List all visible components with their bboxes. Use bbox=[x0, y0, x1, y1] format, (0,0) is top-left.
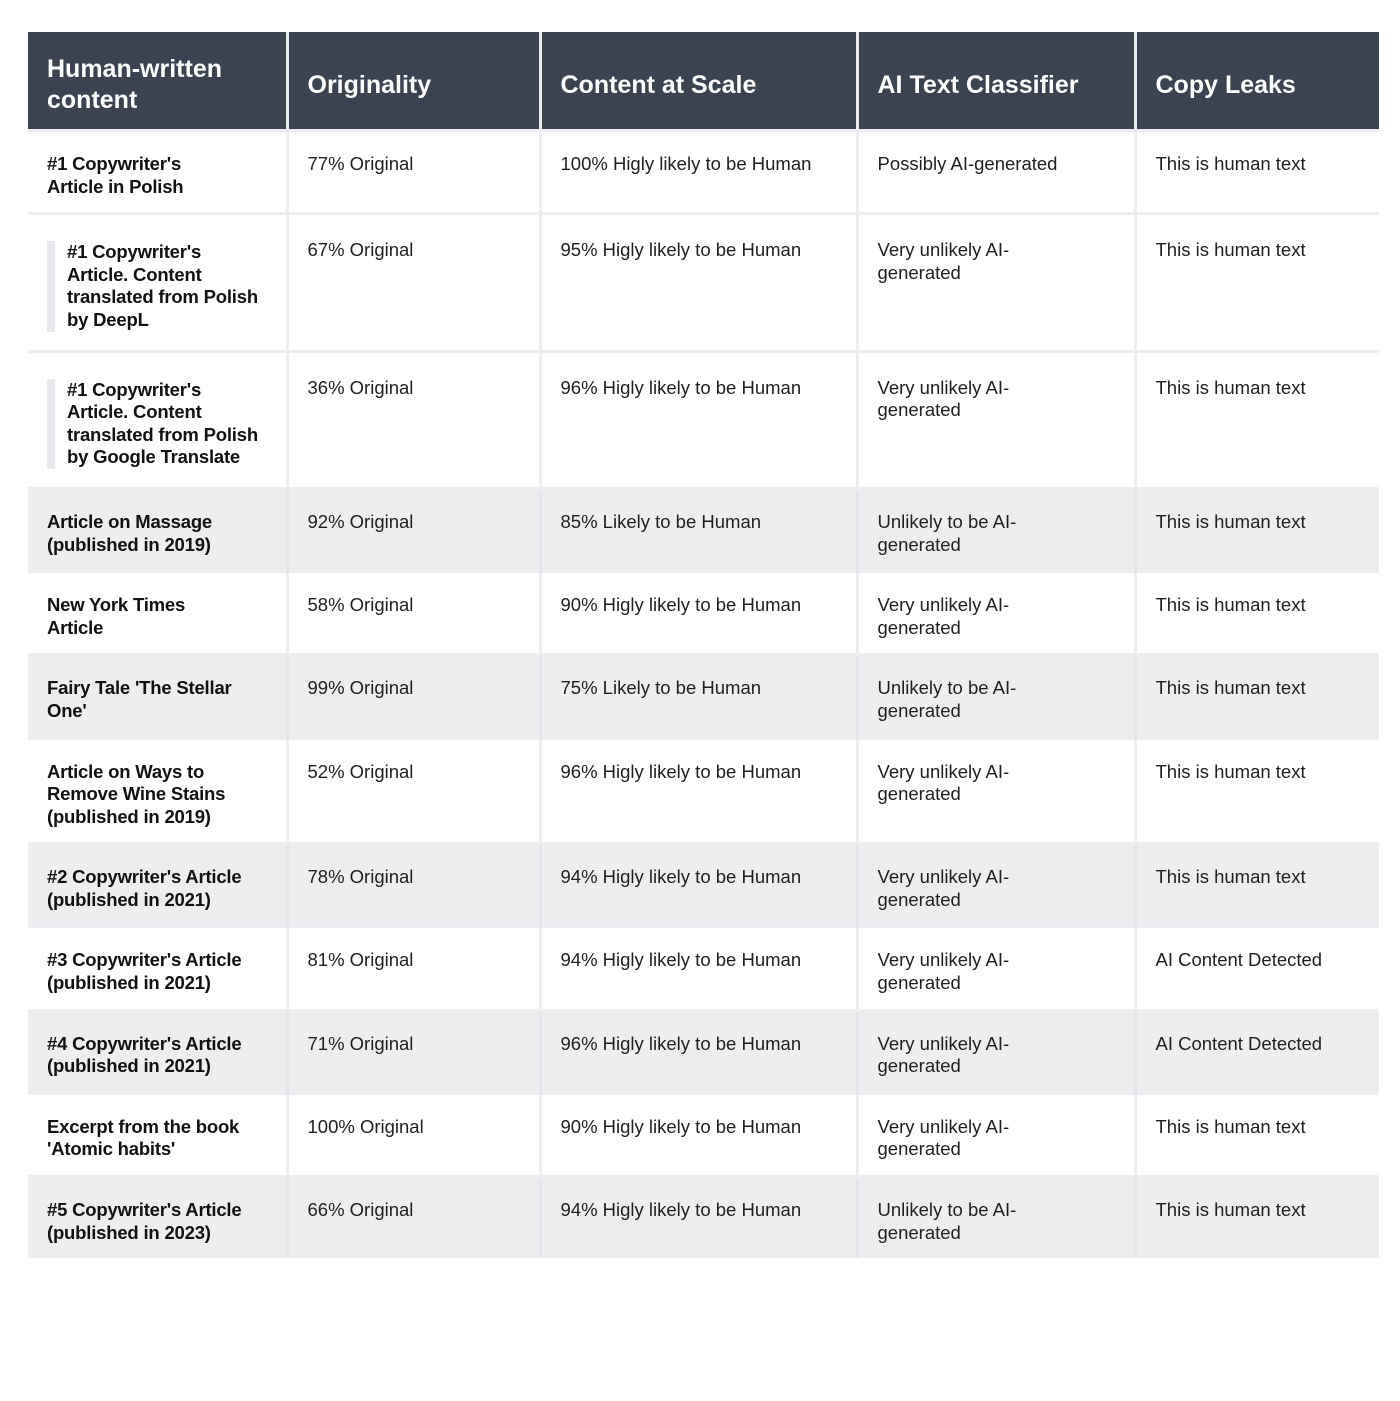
cell-copy-leaks: This is human text bbox=[1133, 1175, 1379, 1259]
cell-copy-leaks: This is human text bbox=[1133, 349, 1379, 489]
table-row: #1 Copywriter's Article. Content transla… bbox=[28, 212, 1379, 352]
table-row: #4 Copywriter's Article (published in 20… bbox=[28, 1008, 1379, 1094]
cell-originality: 92% Original bbox=[285, 486, 540, 572]
table-header-row: Human-written content Originality Conten… bbox=[28, 32, 1379, 131]
cell-originality: 100% Original bbox=[285, 1091, 540, 1177]
cell-content: Excerpt from the book 'Atomic habits' bbox=[28, 1091, 287, 1177]
cell-ai-text-classifier: Very unlikely AI-generated bbox=[855, 349, 1135, 489]
cell-originality: 66% Original bbox=[285, 1175, 540, 1259]
cell-copy-leaks: AI Content Detected bbox=[1133, 925, 1379, 1011]
cell-content-at-scale: 75% Likely to be Human bbox=[538, 653, 857, 738]
header-copy-leaks: Copy Leaks bbox=[1133, 32, 1379, 131]
table-row: Excerpt from the book 'Atomic habits' 10… bbox=[28, 1091, 1379, 1177]
table-row: Article on Ways to Remove Wine Stains (p… bbox=[28, 736, 1379, 844]
cell-originality: 81% Original bbox=[285, 925, 540, 1011]
cell-content-at-scale: 94% Higly likely to be Human bbox=[538, 1175, 857, 1259]
cell-originality: 52% Original bbox=[285, 736, 540, 844]
cell-ai-text-classifier: Possibly AI-generated bbox=[855, 128, 1135, 214]
cell-content-at-scale: 96% Higly likely to be Human bbox=[538, 349, 857, 489]
cell-originality: 67% Original bbox=[285, 212, 540, 352]
cell-content-quote: #1 Copywriter's Article. Content transla… bbox=[47, 378, 268, 469]
cell-content-at-scale: 85% Likely to be Human bbox=[538, 486, 857, 572]
cell-content-at-scale: 100% Higly likely to be Human bbox=[538, 128, 857, 214]
cell-content: Article on Massage (published in 2019) bbox=[28, 486, 287, 572]
header-ai-text-classifier: AI Text Classifier bbox=[855, 32, 1135, 131]
table-row: Fairy Tale 'The Stellar One' 99% Origina… bbox=[28, 653, 1379, 738]
cell-content: #1 Copywriter's Article. Content transla… bbox=[28, 212, 287, 352]
cell-ai-text-classifier: Very unlikely AI-generated bbox=[855, 925, 1135, 1011]
cell-ai-text-classifier: Very unlikely AI-generated bbox=[855, 736, 1135, 844]
table-row: #2 Copywriter's Article (published in 20… bbox=[28, 842, 1379, 927]
ai-detector-comparison-table: Human-written content Originality Conten… bbox=[28, 32, 1379, 1259]
cell-content: Article on Ways to Remove Wine Stains (p… bbox=[28, 736, 287, 844]
cell-content-quote: #1 Copywriter's Article. Content transla… bbox=[47, 241, 268, 332]
table-row: #5 Copywriter's Article (published in 20… bbox=[28, 1175, 1379, 1259]
cell-ai-text-classifier: Unlikely to be AI-generated bbox=[855, 1175, 1135, 1259]
cell-ai-text-classifier: Very unlikely AI-generated bbox=[855, 1091, 1135, 1177]
cell-copy-leaks: This is human text bbox=[1133, 653, 1379, 738]
cell-copy-leaks: This is human text bbox=[1133, 486, 1379, 572]
cell-copy-leaks: AI Content Detected bbox=[1133, 1008, 1379, 1094]
cell-content: #1 Copywriter's Article in Polish bbox=[28, 128, 287, 214]
cell-content-at-scale: 95% Higly likely to be Human bbox=[538, 212, 857, 352]
cell-originality: 71% Original bbox=[285, 1008, 540, 1094]
cell-ai-text-classifier: Very unlikely AI-generated bbox=[855, 1008, 1135, 1094]
cell-content-at-scale: 96% Higly likely to be Human bbox=[538, 1008, 857, 1094]
cell-copy-leaks: This is human text bbox=[1133, 570, 1379, 655]
cell-copy-leaks: This is human text bbox=[1133, 212, 1379, 352]
cell-ai-text-classifier: Unlikely to be AI-generated bbox=[855, 653, 1135, 738]
cell-content: #3 Copywriter's Article (published in 20… bbox=[28, 925, 287, 1011]
cell-originality: 36% Original bbox=[285, 349, 540, 489]
cell-content-at-scale: 90% Higly likely to be Human bbox=[538, 570, 857, 655]
cell-content: New York Times Article bbox=[28, 570, 287, 655]
table-row: #1 Copywriter's Article. Content transla… bbox=[28, 349, 1379, 489]
cell-originality: 77% Original bbox=[285, 128, 540, 214]
header-content-at-scale: Content at Scale bbox=[538, 32, 857, 131]
comparison-table-container: Human-written content Originality Conten… bbox=[28, 32, 1379, 1259]
cell-copy-leaks: This is human text bbox=[1133, 736, 1379, 844]
cell-ai-text-classifier: Very unlikely AI-generated bbox=[855, 570, 1135, 655]
table-row: #3 Copywriter's Article (published in 20… bbox=[28, 925, 1379, 1011]
cell-copy-leaks: This is human text bbox=[1133, 842, 1379, 927]
cell-content: #5 Copywriter's Article (published in 20… bbox=[28, 1175, 287, 1259]
cell-ai-text-classifier: Very unlikely AI-generated bbox=[855, 842, 1135, 927]
table-row: #1 Copywriter's Article in Polish 77% Or… bbox=[28, 128, 1379, 214]
cell-copy-leaks: This is human text bbox=[1133, 128, 1379, 214]
cell-ai-text-classifier: Unlikely to be AI-generated bbox=[855, 486, 1135, 572]
cell-copy-leaks: This is human text bbox=[1133, 1091, 1379, 1177]
cell-originality: 78% Original bbox=[285, 842, 540, 927]
cell-content-at-scale: 94% Higly likely to be Human bbox=[538, 925, 857, 1011]
header-human-written-content: Human-written content bbox=[28, 32, 287, 131]
cell-content-at-scale: 96% Higly likely to be Human bbox=[538, 736, 857, 844]
cell-ai-text-classifier: Very unlikely AI-generated bbox=[855, 212, 1135, 352]
cell-originality: 99% Original bbox=[285, 653, 540, 738]
cell-content-at-scale: 94% Higly likely to be Human bbox=[538, 842, 857, 927]
cell-content-at-scale: 90% Higly likely to be Human bbox=[538, 1091, 857, 1177]
cell-originality: 58% Original bbox=[285, 570, 540, 655]
header-originality: Originality bbox=[285, 32, 540, 131]
cell-content: Fairy Tale 'The Stellar One' bbox=[28, 653, 287, 738]
cell-content: #4 Copywriter's Article (published in 20… bbox=[28, 1008, 287, 1094]
cell-content: #2 Copywriter's Article (published in 20… bbox=[28, 842, 287, 927]
table-row: New York Times Article 58% Original 90% … bbox=[28, 570, 1379, 655]
cell-content: #1 Copywriter's Article. Content transla… bbox=[28, 349, 287, 489]
table-row: Article on Massage (published in 2019) 9… bbox=[28, 486, 1379, 572]
